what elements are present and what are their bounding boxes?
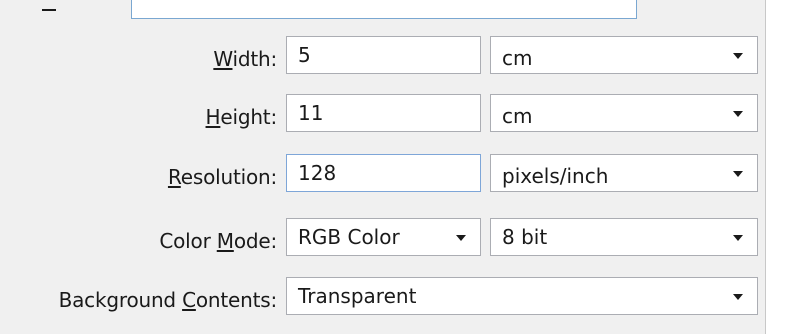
- color-mode-label-accesskey: M: [216, 229, 234, 253]
- resolution-value: 128: [298, 161, 337, 185]
- top-field-partial[interactable]: [131, 0, 637, 19]
- color-mode-label-text: ode:: [233, 229, 277, 253]
- height-label-accesskey: H: [205, 105, 221, 129]
- width-input[interactable]: 5: [286, 36, 481, 74]
- bit-depth-select[interactable]: 8 bit: [490, 218, 758, 256]
- background-contents-value: Transparent: [298, 284, 417, 308]
- background-contents-select[interactable]: Transparent: [286, 277, 758, 315]
- side-panel-edge: [765, 0, 785, 334]
- width-unit-select[interactable]: cm: [490, 36, 758, 74]
- height-input[interactable]: 11: [286, 94, 481, 132]
- chevron-down-icon: [733, 111, 743, 117]
- chevron-down-icon: [733, 171, 743, 177]
- width-label: Width:: [213, 47, 277, 71]
- top-label-underline-fragment: [42, 9, 56, 11]
- height-label: Height:: [205, 105, 278, 129]
- background-contents-label: Background Contents:: [58, 288, 278, 312]
- resolution-input[interactable]: 128: [286, 154, 481, 192]
- width-unit-value: cm: [502, 46, 533, 70]
- resolution-unit-value: pixels/inch: [502, 164, 609, 188]
- color-mode-select[interactable]: RGB Color: [286, 218, 481, 256]
- background-label-accesskey: C: [182, 288, 196, 312]
- width-label-text: idth:: [232, 47, 277, 71]
- resolution-unit-select[interactable]: pixels/inch: [490, 154, 758, 192]
- chevron-down-icon: [733, 53, 743, 59]
- height-unit-select[interactable]: cm: [490, 94, 758, 132]
- chevron-down-icon: [456, 235, 466, 241]
- color-mode-label: Color Mode:: [159, 229, 277, 253]
- width-label-accesskey: W: [213, 47, 233, 71]
- height-value: 11: [298, 101, 324, 125]
- height-unit-value: cm: [502, 104, 533, 128]
- width-value: 5: [298, 43, 311, 67]
- chevron-down-icon: [733, 294, 743, 300]
- resolution-label: Resolution:: [168, 165, 277, 189]
- resolution-label-accesskey: R: [167, 165, 181, 189]
- background-label-text: ontents:: [195, 288, 277, 312]
- bit-depth-value: 8 bit: [502, 225, 548, 249]
- chevron-down-icon: [733, 235, 743, 241]
- color-mode-value: RGB Color: [298, 225, 400, 249]
- height-label-text: eight:: [220, 105, 277, 129]
- background-label-prefix: Background: [58, 288, 183, 312]
- color-mode-label-prefix: Color: [159, 229, 217, 253]
- resolution-label-text: esolution:: [180, 165, 277, 189]
